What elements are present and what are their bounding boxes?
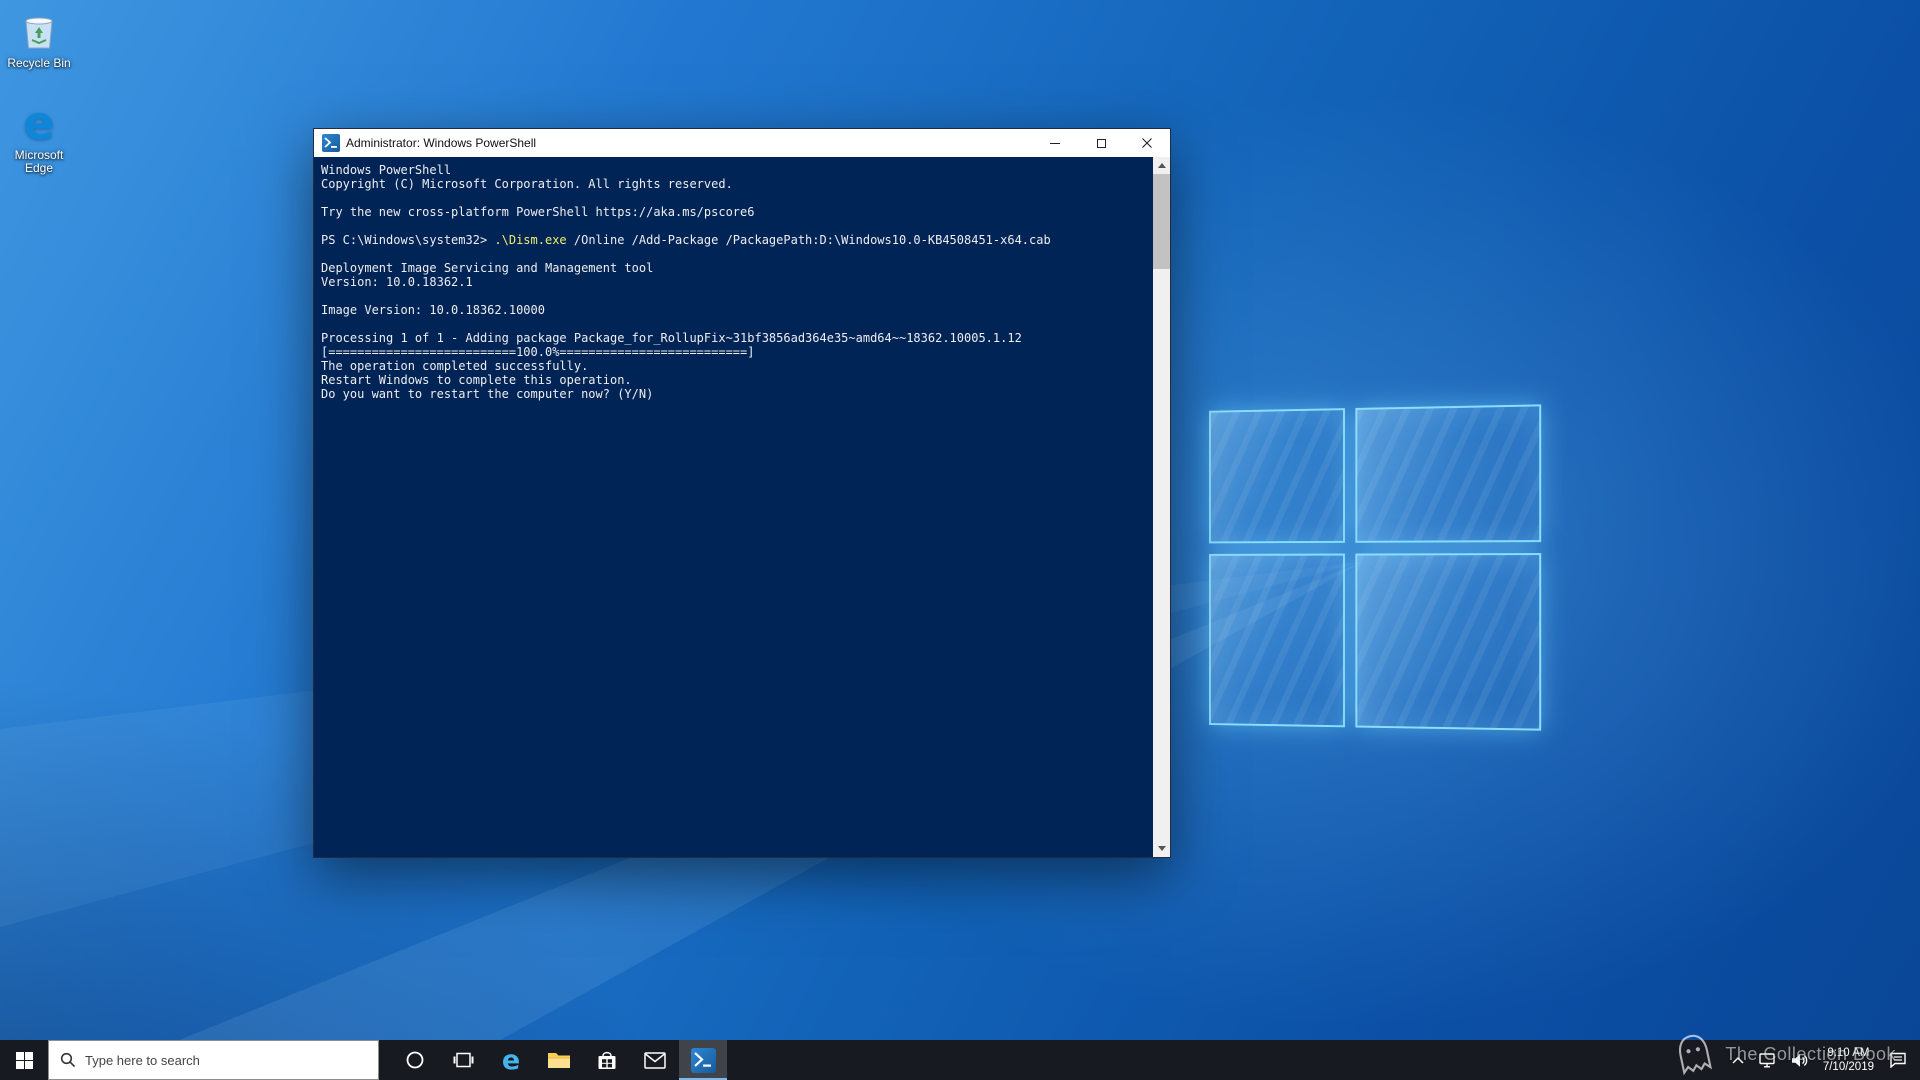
taskbar-item-cortana[interactable] <box>391 1040 439 1080</box>
hidden-icons-button[interactable] <box>1724 1040 1752 1080</box>
action-center-icon <box>1890 1052 1906 1068</box>
console-line: Try the new cross-platform PowerShell ht… <box>321 205 755 219</box>
console-line: Processing 1 of 1 - Adding package Packa… <box>321 331 1022 345</box>
scroll-down-button[interactable] <box>1153 840 1170 857</box>
console-line: Copyright (C) Microsoft Corporation. All… <box>321 177 733 191</box>
taskbar-item-edge[interactable]: e <box>487 1040 535 1080</box>
taskbar-item-powershell[interactable] <box>679 1040 727 1080</box>
taskbar-item-microsoft-store[interactable] <box>583 1040 631 1080</box>
desktop-icon-recycle-bin[interactable]: Recycle Bin <box>0 8 78 70</box>
wallpaper-logo-pane <box>1355 553 1542 731</box>
network-icon <box>1759 1052 1775 1068</box>
desktop-icon-microsoft-edge[interactable]: e Microsoft Edge <box>0 100 78 175</box>
console-line: Windows PowerShell <box>321 163 452 177</box>
console-line: [==========================100.0%=======… <box>321 345 755 359</box>
console-line: Do you want to restart the computer now?… <box>321 387 654 401</box>
start-button[interactable] <box>0 1040 48 1080</box>
console-line: Version: 10.0.18362.1 <box>321 275 473 289</box>
wallpaper-windows-logo <box>1209 404 1560 750</box>
edge-icon: e <box>23 96 55 150</box>
start-icon <box>15 1051 33 1069</box>
window-titlebar[interactable]: Administrator: Windows PowerShell <box>314 129 1170 157</box>
volume-tray-button[interactable] <box>1784 1040 1815 1080</box>
wallpaper-logo-pane <box>1355 404 1542 543</box>
clock-date: 7/10/2019 <box>1822 1061 1874 1073</box>
taskbar-item-mail[interactable] <box>631 1040 679 1080</box>
scrollbar-thumb[interactable] <box>1153 174 1170 269</box>
console-line: Deployment Image Servicing and Managemen… <box>321 261 654 275</box>
console-line: PS C:\Windows\system32> .\Dism.exe /Onli… <box>321 233 1051 247</box>
system-tray: 9:10 AM 7/10/2019 <box>1724 1040 1920 1080</box>
console-line: The operation completed successfully. <box>321 359 589 373</box>
scroll-up-icon <box>1157 163 1166 168</box>
scroll-up-button[interactable] <box>1153 157 1170 174</box>
console-line: Image Version: 10.0.18362.10000 <box>321 303 545 317</box>
action-center-button[interactable] <box>1882 1040 1914 1080</box>
volume-icon <box>1791 1053 1808 1067</box>
chevron-up-icon <box>1732 1056 1744 1064</box>
scrollbar-track[interactable] <box>1153 174 1170 840</box>
file-explorer-icon <box>548 1053 570 1068</box>
taskbar-item-task-view[interactable] <box>439 1040 487 1080</box>
minimize-icon <box>1050 142 1060 144</box>
search-input[interactable] <box>85 1052 335 1068</box>
task-view-icon <box>453 1052 473 1068</box>
cortana-icon <box>406 1051 424 1069</box>
desktop-icon-label: Microsoft Edge <box>14 148 64 175</box>
console-scrollbar[interactable] <box>1153 157 1170 857</box>
window-title: Administrator: Windows PowerShell <box>346 136 537 150</box>
close-icon <box>1142 138 1152 148</box>
desktop-icon-label: Recycle Bin <box>7 56 71 70</box>
maximize-button[interactable] <box>1078 129 1124 157</box>
console-output[interactable]: Windows PowerShell Copyright (C) Microsof… <box>314 157 1153 857</box>
search-icon <box>60 1052 76 1068</box>
microsoft-store-icon <box>598 1051 616 1069</box>
powershell-window-icon <box>322 134 340 152</box>
clock-time: 9:10 AM <box>1827 1047 1870 1059</box>
desktop: Recycle Bin e Microsoft Edge Administrat… <box>0 0 1920 1080</box>
console-line: Restart Windows to complete this operati… <box>321 373 632 387</box>
network-tray-button[interactable] <box>1752 1040 1784 1080</box>
powershell-icon <box>690 1047 716 1073</box>
taskbar-item-file-explorer[interactable] <box>535 1040 583 1080</box>
wallpaper-logo-pane <box>1209 553 1345 728</box>
recycle-bin-icon <box>16 8 62 54</box>
taskbar: e <box>0 1040 1920 1080</box>
taskbar-clock[interactable]: 9:10 AM 7/10/2019 <box>1815 1046 1882 1074</box>
mail-icon <box>644 1051 666 1069</box>
close-button[interactable] <box>1124 129 1170 157</box>
wallpaper-logo-pane <box>1209 408 1345 544</box>
taskbar-search[interactable] <box>48 1040 379 1080</box>
edge-icon: e <box>501 1044 521 1076</box>
console-area[interactable]: Windows PowerShell Copyright (C) Microsof… <box>314 157 1170 857</box>
powershell-window: Administrator: Windows PowerShell Window… <box>313 128 1171 858</box>
scroll-down-icon <box>1157 846 1166 851</box>
maximize-icon <box>1096 138 1106 148</box>
minimize-button[interactable] <box>1032 129 1078 157</box>
